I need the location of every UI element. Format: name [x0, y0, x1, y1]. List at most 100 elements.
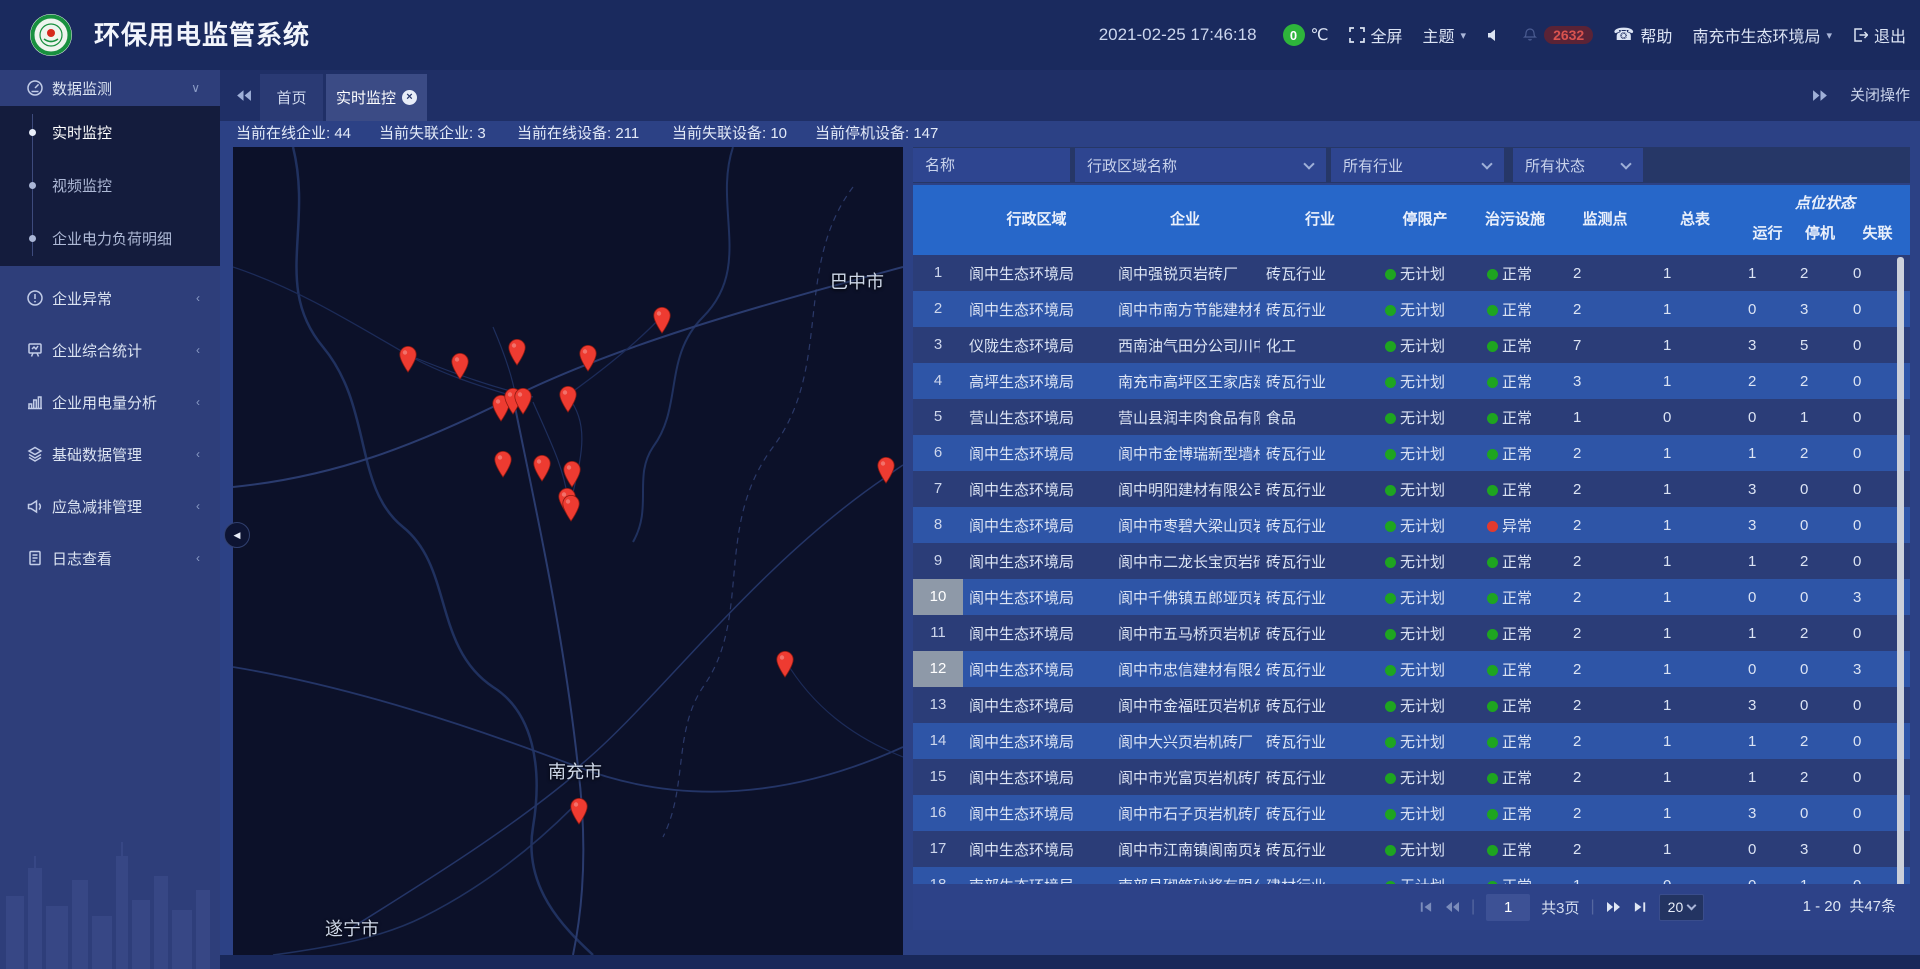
cell-meters: 1	[1650, 661, 1740, 678]
industry-select[interactable]: 所有行业	[1331, 148, 1504, 182]
map-marker-icon[interactable]	[569, 797, 589, 825]
table-row[interactable]: 8阆中生态环境局阆中市枣碧大梁山页岩砖瓦行业无计划异常21300	[913, 507, 1910, 543]
prev-page-button[interactable]	[1444, 901, 1460, 913]
table-row[interactable]: 11阆中生态环境局阆中市五马桥页岩机砖砖瓦行业无计划正常21120	[913, 615, 1910, 651]
notifications[interactable]: 2632	[1522, 26, 1593, 44]
cell-region: 阆中生态环境局	[963, 659, 1110, 680]
table-row[interactable]: 15阆中生态环境局阆中市光富页岩机砖厂砖瓦行业无计划正常21120	[913, 759, 1910, 795]
first-page-button[interactable]	[1418, 901, 1433, 913]
page-number-input[interactable]: 1	[1486, 894, 1530, 921]
tab-close-icon[interactable]: ×	[402, 90, 417, 105]
cell-company: 阆中市江南镇阆南页岩	[1110, 839, 1260, 860]
cell-points: 2	[1560, 697, 1650, 714]
map-marker-icon[interactable]	[578, 344, 598, 372]
tab-realtime-monitor[interactable]: 实时监控 ×	[326, 74, 427, 121]
map-marker-icon[interactable]	[558, 385, 578, 413]
table-row[interactable]: 14阆中生态环境局阆中大兴页岩机砖厂砖瓦行业无计划正常21120	[913, 723, 1910, 759]
sidebar-item-2[interactable]: 企业综合统计‹	[0, 324, 220, 376]
table-row[interactable]: 13阆中生态环境局阆中市金福旺页岩机砖砖瓦行业无计划正常21300	[913, 687, 1910, 723]
table-row[interactable]: 12阆中生态环境局阆中市忠信建材有限公砖瓦行业无计划正常21003	[913, 651, 1910, 687]
sidebar-item-0[interactable]: 数据监测∨	[0, 70, 220, 106]
sidebar-subitem-2[interactable]: 企业电力负荷明细	[0, 212, 220, 265]
cell-halt: 0	[1795, 589, 1845, 606]
last-page-button[interactable]	[1633, 901, 1648, 913]
map-marker-icon[interactable]	[513, 387, 533, 415]
table-scrollbar[interactable]	[1897, 257, 1904, 903]
status-dot-icon	[1385, 377, 1396, 388]
sidebar-subitem-0[interactable]: 实时监控	[0, 106, 220, 159]
sidebar-item-6[interactable]: 日志查看‹	[0, 532, 220, 584]
cell-halt: 2	[1795, 625, 1845, 642]
cell-run: 3	[1740, 697, 1795, 714]
table-row[interactable]: 5营山生态环境局营山县润丰肉食品有限食品无计划正常10010	[913, 399, 1910, 435]
table-row[interactable]: 16阆中生态环境局阆中市石子页岩机砖厂砖瓦行业无计划正常21300	[913, 795, 1910, 831]
fullscreen-button[interactable]: 全屏	[1349, 23, 1403, 47]
sidebar-item-3[interactable]: 企业用电量分析‹	[0, 376, 220, 428]
map-marker-icon[interactable]	[532, 454, 552, 482]
cell-run: 1	[1740, 553, 1795, 570]
cell-stop-status: 无计划	[1380, 839, 1470, 860]
status-dot-icon	[1487, 737, 1498, 748]
logout-button[interactable]: 退出	[1852, 23, 1906, 47]
map-marker-icon[interactable]	[398, 345, 418, 373]
sidebar-subitem-1[interactable]: 视频监控	[0, 159, 220, 212]
map-marker-icon[interactable]	[493, 450, 513, 478]
table-row[interactable]: 7阆中生态环境局阆中明阳建材有限公司砖瓦行业无计划正常21300	[913, 471, 1910, 507]
cell-points: 3	[1560, 373, 1650, 390]
status-dot-icon	[1385, 809, 1396, 820]
sidebar-item-1[interactable]: 企业异常‹	[0, 272, 220, 324]
cell-industry: 砖瓦行业	[1260, 803, 1380, 824]
cell-meters: 1	[1650, 481, 1740, 498]
table-row[interactable]: 9阆中生态环境局阆中市二龙长宝页岩砖砖瓦行业无计划正常21120	[913, 543, 1910, 579]
table-row[interactable]: 1阆中生态环境局阆中强锐页岩砖厂砖瓦行业无计划正常21120	[913, 255, 1910, 291]
cell-company: 阆中市石子页岩机砖厂	[1110, 803, 1260, 824]
table-row[interactable]: 10阆中生态环境局阆中千佛镇五郎垭页岩砖瓦行业无计划正常21003	[913, 579, 1910, 615]
sidebar-item-5[interactable]: 应急减排管理‹	[0, 480, 220, 532]
cell-points: 2	[1560, 481, 1650, 498]
help-button[interactable]: ☎ 帮助	[1613, 23, 1672, 47]
cell-industry: 食品	[1260, 407, 1380, 428]
cell-region: 阆中生态环境局	[963, 839, 1110, 860]
mute-button[interactable]	[1486, 27, 1502, 43]
tabs-scroll-left-button[interactable]	[235, 70, 252, 121]
table-row[interactable]: 6阆中生态环境局阆中市金博瑞新型墙材砖瓦行业无计划正常21120	[913, 435, 1910, 471]
status-dot-icon	[1385, 485, 1396, 496]
theme-dropdown[interactable]: 主题 ▾	[1423, 23, 1467, 47]
cell-run: 0	[1740, 841, 1795, 858]
tabs-scroll-right-button[interactable]	[1812, 70, 1829, 121]
map-collapse-handle[interactable]: ◀	[224, 522, 250, 548]
cell-meters: 1	[1650, 697, 1740, 714]
next-page-button[interactable]	[1606, 901, 1622, 913]
cell-points: 2	[1560, 553, 1650, 570]
map-marker-icon[interactable]	[562, 460, 582, 488]
table-row[interactable]: 4高坪生态环境局南充市高坪区王家店建砖瓦行业无计划正常31220	[913, 363, 1910, 399]
close-operations-button[interactable]: 关闭操作	[1850, 70, 1910, 121]
map-marker-icon[interactable]	[561, 494, 581, 522]
table-row[interactable]: 2阆中生态环境局阆中市南方节能建材有砖瓦行业无计划正常21030	[913, 291, 1910, 327]
org-dropdown[interactable]: 南充市生态环境局 ▾	[1692, 23, 1832, 47]
region-select[interactable]: 行政区域名称	[1075, 148, 1326, 182]
cell-industry: 砖瓦行业	[1260, 587, 1380, 608]
double-chevron-left-icon	[235, 89, 252, 102]
sidebar-item-4[interactable]: 基础数据管理‹	[0, 428, 220, 480]
table-row[interactable]: 17阆中生态环境局阆中市江南镇阆南页岩砖瓦行业无计划正常21030	[913, 831, 1910, 867]
cell-region: 阆中生态环境局	[963, 443, 1110, 464]
cell-halt: 0	[1795, 661, 1845, 678]
map-marker-icon[interactable]	[507, 338, 527, 366]
tab-home[interactable]: 首页	[260, 74, 323, 121]
name-search-input[interactable]	[913, 148, 1070, 182]
map-panel[interactable]: 巴中市南充市遂宁市	[233, 147, 903, 955]
map-marker-icon[interactable]	[876, 456, 896, 484]
map-marker-icon[interactable]	[775, 650, 795, 678]
cell-run: 0	[1740, 301, 1795, 318]
page-size-select[interactable]: 20	[1659, 894, 1705, 921]
col-header-company: 企业	[1110, 185, 1260, 255]
cell-facility-status: 正常	[1470, 407, 1560, 428]
top-header: 环保用电监管系统 2021-02-25 17:46:18 0 ℃ 全屏 主题 ▾…	[0, 0, 1920, 70]
table-row[interactable]: 3仪陇生态环境局西南油气田分公司川中化工无计划正常71350	[913, 327, 1910, 363]
status-select[interactable]: 所有状态	[1513, 148, 1643, 182]
map-marker-icon[interactable]	[450, 352, 470, 380]
col-header-points: 监测点	[1560, 185, 1650, 255]
map-marker-icon[interactable]	[652, 306, 672, 334]
divider: |	[1591, 898, 1595, 916]
